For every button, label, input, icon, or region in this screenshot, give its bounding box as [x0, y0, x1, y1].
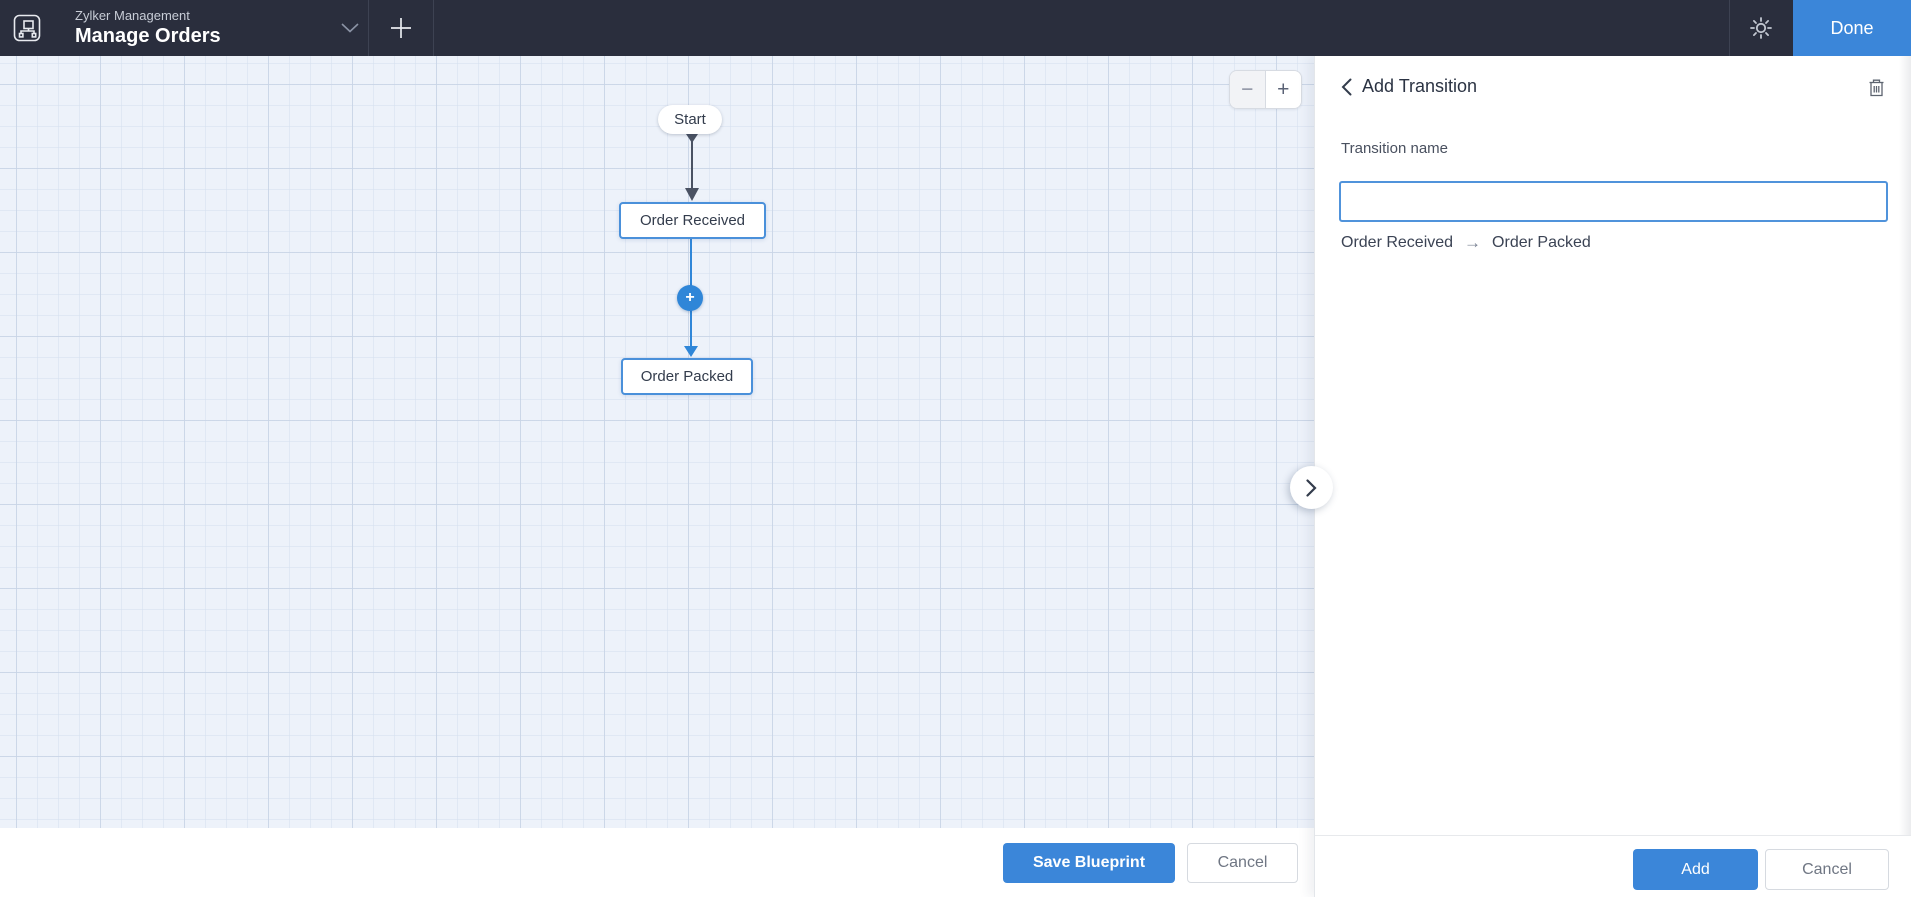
stage-node-order-received[interactable]: Order Received	[619, 202, 766, 239]
chevron-left-icon	[1341, 78, 1351, 96]
panel-title: Add Transition	[1362, 76, 1478, 96]
route-from-stage: Order Received	[1341, 234, 1454, 251]
zoom-in-button[interactable]: +	[1265, 71, 1301, 108]
panel-header: Add Transition	[1315, 56, 1911, 118]
panel-expand-toggle[interactable]	[1290, 466, 1333, 509]
chevron-down-icon[interactable]	[338, 0, 362, 56]
chevron-right-icon	[1306, 478, 1317, 497]
gear-icon[interactable]	[1729, 0, 1793, 56]
trash-icon[interactable]	[1864, 75, 1888, 99]
workspace-name: Zylker Management	[75, 8, 190, 23]
canvas-cancel-button[interactable]: Cancel	[1187, 843, 1298, 883]
panel-footer: Add Cancel	[1315, 835, 1911, 897]
add-transition-button[interactable]: Add	[1633, 849, 1758, 890]
page-title: Manage Orders	[75, 25, 221, 47]
start-node[interactable]: Start	[658, 105, 722, 134]
route-to-stage: Order Packed	[1492, 234, 1591, 251]
blueprint-canvas[interactable]: Start Order Received + Order Packed − + …	[0, 56, 1314, 897]
stage-node-order-packed[interactable]: Order Packed	[621, 358, 753, 395]
topbar-divider	[433, 0, 434, 56]
add-transition-plus-icon[interactable]: +	[677, 285, 703, 311]
arrow-right-icon: →	[1464, 233, 1482, 252]
add-blueprint-button[interactable]	[368, 0, 433, 56]
back-button[interactable]	[1333, 74, 1359, 100]
blueprint-title-group: Zylker Management Manage Orders	[75, 8, 221, 48]
panel-cancel-button[interactable]: Cancel	[1765, 849, 1889, 890]
add-transition-panel: Add Transition Transition name Order Rec…	[1314, 56, 1911, 897]
flow-connectors	[684, 134, 699, 357]
top-bar: Zylker Management Manage Orders Done	[0, 0, 1911, 56]
done-button[interactable]: Done	[1793, 0, 1911, 56]
blueprint-logo-icon	[13, 14, 41, 42]
transition-route: Order Received → Order Packed	[1341, 233, 1591, 253]
transition-name-label: Transition name	[1341, 140, 1448, 157]
zoom-controls: − +	[1229, 70, 1302, 109]
panel-scrollbar-track[interactable]	[1899, 56, 1911, 835]
canvas-footer: Save Blueprint Cancel	[0, 828, 1314, 897]
zoom-out-button[interactable]: −	[1230, 71, 1266, 108]
transition-name-input[interactable]	[1339, 181, 1888, 222]
save-blueprint-button[interactable]: Save Blueprint	[1003, 843, 1175, 883]
